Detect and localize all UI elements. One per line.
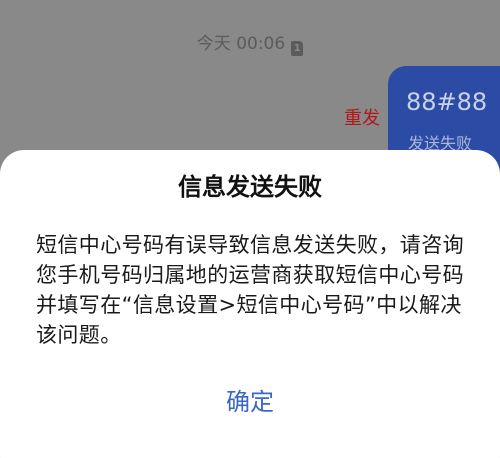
sim-card-icon: 1 [291, 41, 304, 56]
dialog-message: 短信中心号码有误导致信息发送失败，请咨询您手机号码归属地的运营商获取短信中心号码… [36, 233, 464, 347]
message-thread-screen: 今天 00:06 1 重发 88#88 发送失败 信息发送失败 短信中心号码有误导… [0, 0, 500, 458]
timestamp-text: 今天 00:06 [196, 34, 286, 54]
resend-link[interactable]: 重发 [344, 108, 380, 130]
confirm-button[interactable]: 确定 [0, 382, 500, 422]
send-failure-dialog: 信息发送失败 短信中心号码有误导致信息发送失败，请咨询您手机号码归属地的运营商获… [0, 150, 500, 458]
dialog-title: 信息发送失败 [178, 173, 322, 201]
message-text: 88#88 [406, 88, 488, 116]
message-timestamp: 今天 00:06 1 [0, 34, 500, 56]
